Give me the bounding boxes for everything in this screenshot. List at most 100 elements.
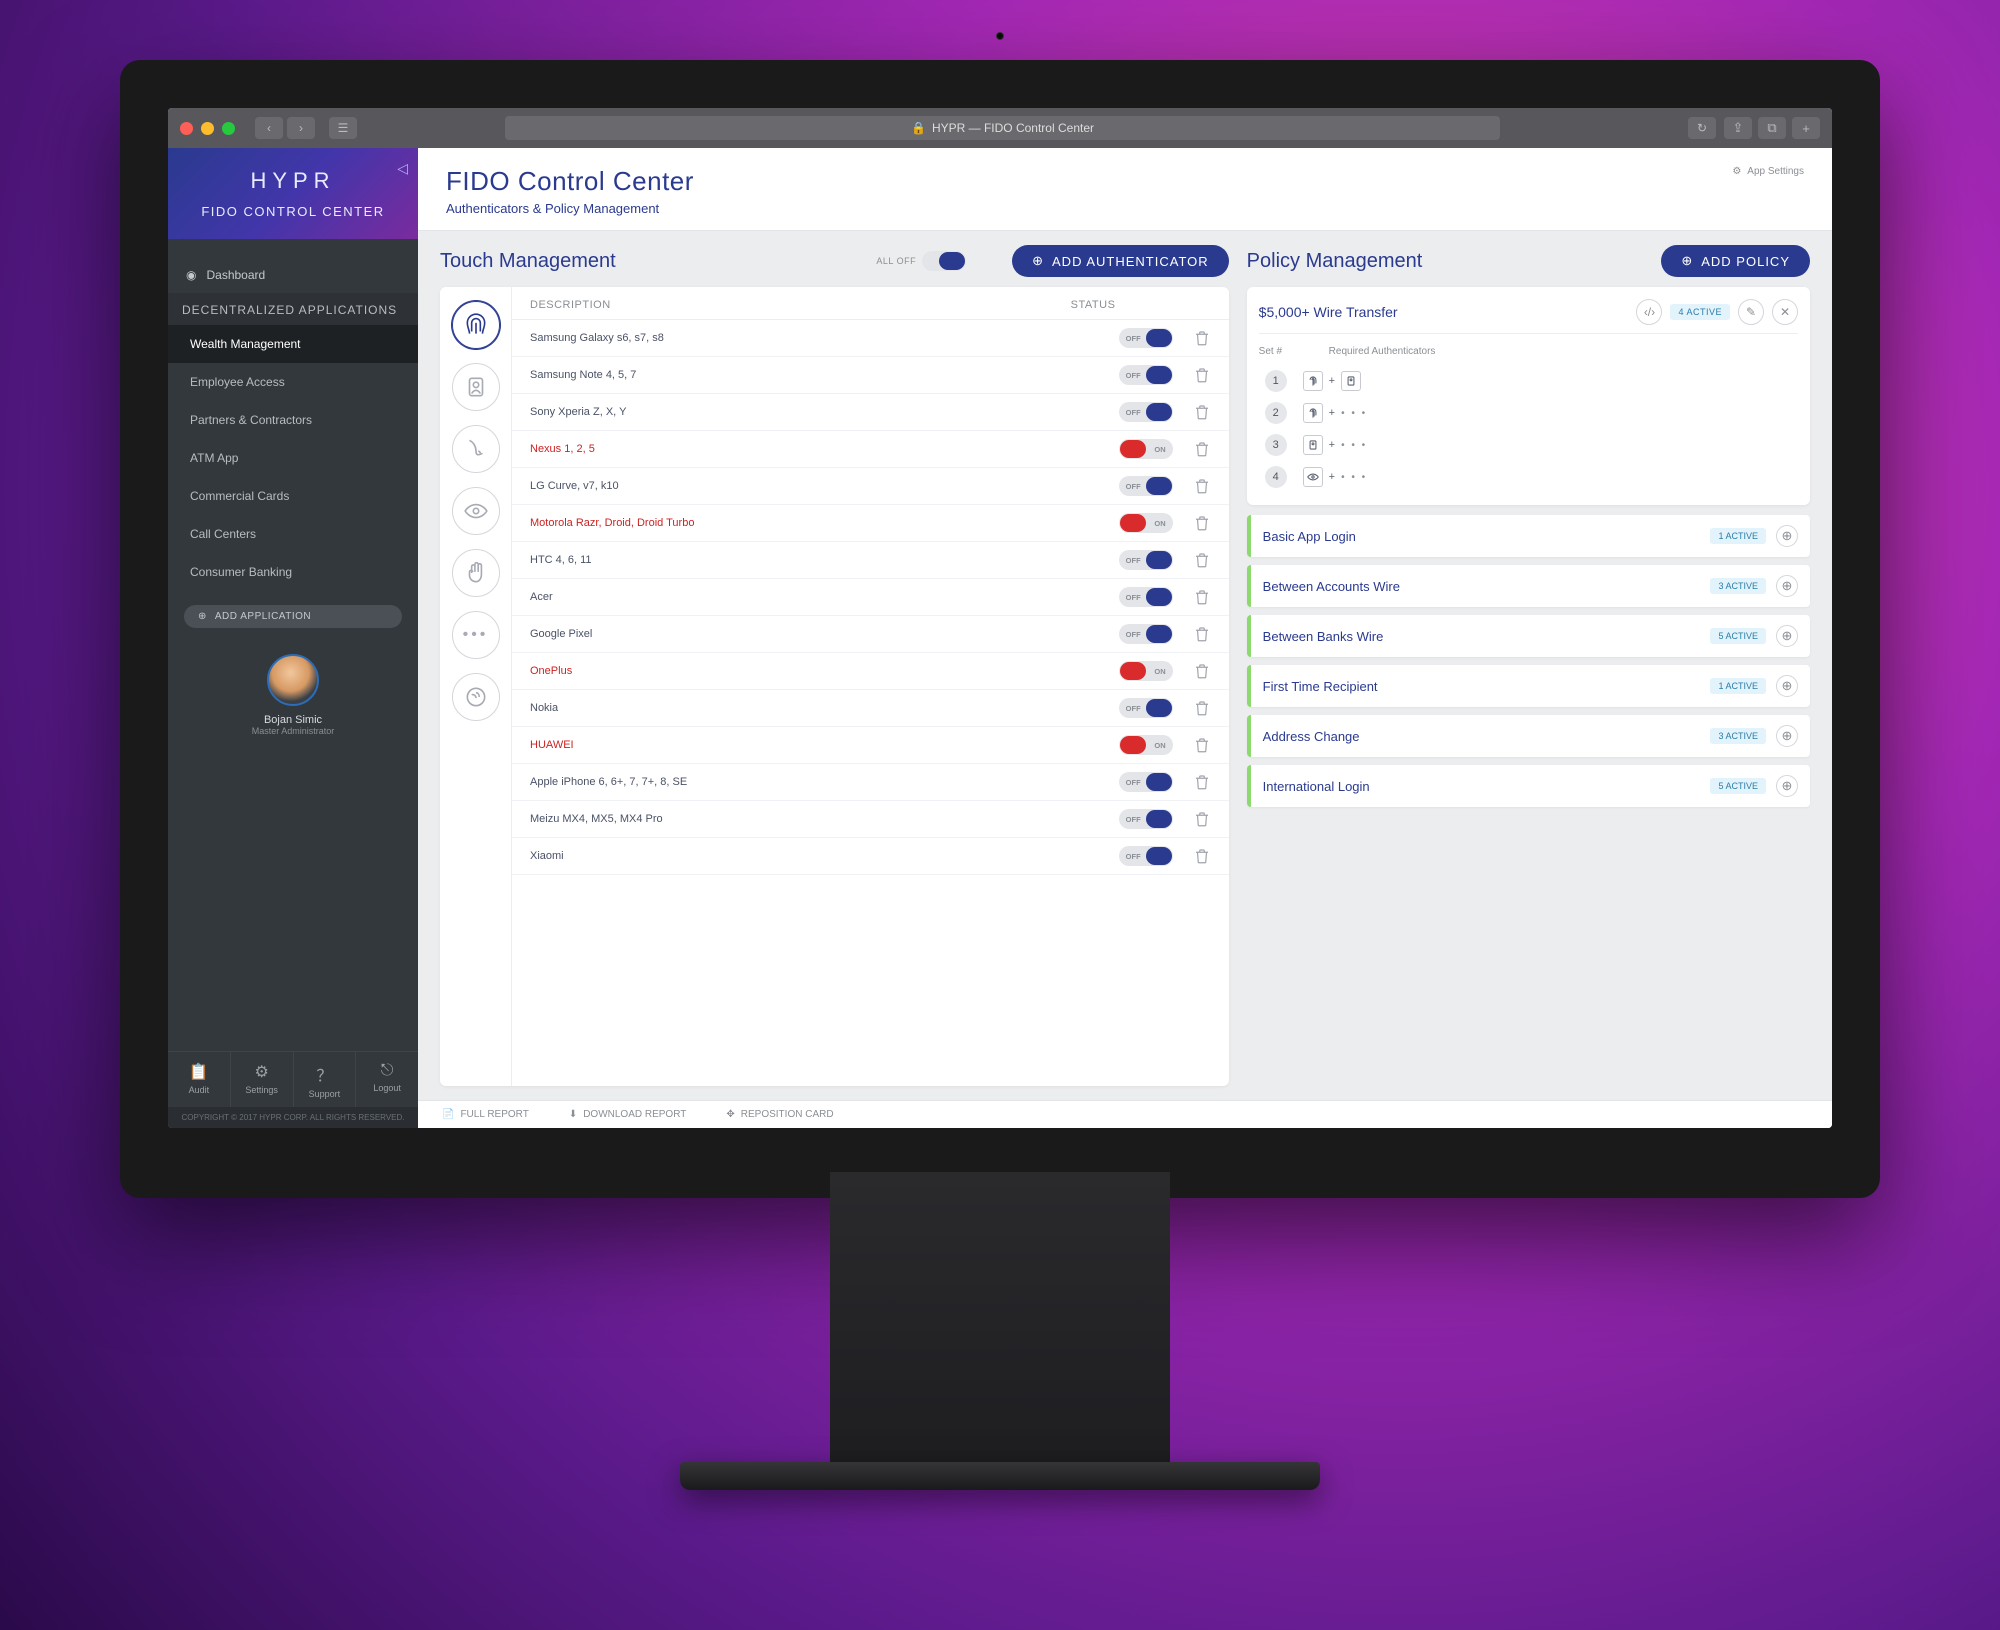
sidebar-app-item[interactable]: Consumer Banking bbox=[168, 553, 418, 591]
trash-icon[interactable] bbox=[1193, 366, 1211, 384]
device-toggle[interactable]: ON bbox=[1119, 735, 1173, 755]
camera-dot bbox=[996, 32, 1004, 40]
close-icon[interactable]: ✕ bbox=[1772, 299, 1798, 325]
set-number: 2 bbox=[1265, 402, 1287, 424]
trash-icon[interactable] bbox=[1193, 736, 1211, 754]
trash-icon[interactable] bbox=[1193, 699, 1211, 717]
device-row: Apple iPhone 6, 6+, 7, 7+, 8, SEOFF bbox=[512, 764, 1229, 801]
device-toggle[interactable]: OFF bbox=[1119, 772, 1173, 792]
logout-button[interactable]: ⎋Logout bbox=[356, 1052, 418, 1107]
policy-list-item[interactable]: Basic App Login1 ACTIVE⊕ bbox=[1247, 515, 1810, 557]
browser-titlebar: ‹ › ☰ 🔒 HYPR — FIDO Control Center ↻ ⇪ ⧉… bbox=[168, 108, 1832, 148]
minimize-window-icon[interactable] bbox=[201, 122, 214, 135]
trash-icon[interactable] bbox=[1193, 773, 1211, 791]
close-window-icon[interactable] bbox=[180, 122, 193, 135]
sidebar-app-item[interactable]: Call Centers bbox=[168, 515, 418, 553]
add-policy-button[interactable]: ⊕ ADD POLICY bbox=[1661, 245, 1810, 277]
device-row: Samsung Galaxy s6, s7, s8OFF bbox=[512, 320, 1229, 357]
device-toggle[interactable]: ON bbox=[1119, 661, 1173, 681]
sidebar-toggle-icon[interactable]: ☰ bbox=[329, 117, 357, 139]
trash-icon[interactable] bbox=[1193, 514, 1211, 532]
device-toggle[interactable]: OFF bbox=[1119, 698, 1173, 718]
trash-icon[interactable] bbox=[1193, 662, 1211, 680]
sidebar-app-item[interactable]: ATM App bbox=[168, 439, 418, 477]
device-row: Nexus 1, 2, 5ON bbox=[512, 431, 1229, 468]
device-toggle[interactable]: ON bbox=[1119, 513, 1173, 533]
all-off-toggle[interactable] bbox=[922, 251, 966, 271]
auth-column-header: Required Authenticators bbox=[1329, 346, 1436, 357]
eye-icon[interactable] bbox=[452, 487, 500, 535]
sidebar-header: ◁ HYPR FIDO CONTROL CENTER bbox=[168, 148, 418, 239]
audit-icon: 📋 bbox=[172, 1062, 226, 1082]
policy-list-item[interactable]: Between Accounts Wire3 ACTIVE⊕ bbox=[1247, 565, 1810, 607]
device-toggle[interactable]: OFF bbox=[1119, 476, 1173, 496]
sidebar-app-item[interactable]: Partners & Contractors bbox=[168, 401, 418, 439]
forward-button[interactable]: › bbox=[287, 117, 315, 139]
expand-icon[interactable]: ⊕ bbox=[1776, 625, 1798, 647]
device-row: AcerOFF bbox=[512, 579, 1229, 616]
reposition-card-button[interactable]: ✥REPOSITION CARD bbox=[726, 1109, 833, 1120]
trash-icon[interactable] bbox=[1193, 625, 1211, 643]
app-settings-button[interactable]: ⚙ App Settings bbox=[1732, 166, 1804, 177]
policy-list-item[interactable]: Address Change3 ACTIVE⊕ bbox=[1247, 715, 1810, 757]
device-toggle[interactable]: OFF bbox=[1119, 809, 1173, 829]
brain-icon[interactable] bbox=[452, 673, 500, 721]
device-toggle[interactable]: OFF bbox=[1119, 365, 1173, 385]
face-icon[interactable] bbox=[452, 363, 500, 411]
device-toggle[interactable]: ON bbox=[1119, 439, 1173, 459]
fingerprint-icon[interactable] bbox=[452, 301, 500, 349]
device-toggle[interactable]: OFF bbox=[1119, 587, 1173, 607]
profile-name: Bojan Simic bbox=[168, 714, 418, 726]
trash-icon[interactable] bbox=[1193, 403, 1211, 421]
policy-list-item[interactable]: First Time Recipient1 ACTIVE⊕ bbox=[1247, 665, 1810, 707]
url-bar[interactable]: 🔒 HYPR — FIDO Control Center bbox=[505, 116, 1500, 140]
device-toggle[interactable]: OFF bbox=[1119, 550, 1173, 570]
expand-icon[interactable]: ⊕ bbox=[1776, 525, 1798, 547]
expand-icon[interactable]: ⊕ bbox=[1776, 675, 1798, 697]
sidebar-app-item[interactable]: Commercial Cards bbox=[168, 477, 418, 515]
expand-icon[interactable]: ⊕ bbox=[1776, 725, 1798, 747]
content-columns: Touch Management ALL OFF ⊕ ADD AUTHENTIC… bbox=[418, 231, 1832, 1100]
trash-icon[interactable] bbox=[1193, 588, 1211, 606]
sidebar-dashboard[interactable]: ◉ Dashboard bbox=[168, 257, 418, 293]
trash-icon[interactable] bbox=[1193, 329, 1211, 347]
trash-icon[interactable] bbox=[1193, 551, 1211, 569]
move-icon: ✥ bbox=[726, 1109, 734, 1120]
trash-icon[interactable] bbox=[1193, 810, 1211, 828]
trash-icon[interactable] bbox=[1193, 477, 1211, 495]
expand-icon[interactable]: ⊕ bbox=[1776, 575, 1798, 597]
edit-icon[interactable]: ✎ bbox=[1738, 299, 1764, 325]
maximize-window-icon[interactable] bbox=[222, 122, 235, 135]
palm-icon[interactable] bbox=[452, 549, 500, 597]
device-toggle[interactable]: OFF bbox=[1119, 624, 1173, 644]
download-report-button[interactable]: ⬇DOWNLOAD REPORT bbox=[569, 1109, 687, 1120]
add-application-button[interactable]: ⊕ ADD APPLICATION bbox=[184, 605, 402, 628]
trash-icon[interactable] bbox=[1193, 847, 1211, 865]
share-icon[interactable]: ⇪ bbox=[1724, 117, 1752, 139]
full-report-button[interactable]: 📄FULL REPORT bbox=[442, 1109, 529, 1120]
expand-icon[interactable]: ⊕ bbox=[1776, 775, 1798, 797]
avatar[interactable] bbox=[267, 654, 319, 706]
tabs-icon[interactable]: ⧉ bbox=[1758, 117, 1786, 139]
back-button[interactable]: ‹ bbox=[255, 117, 283, 139]
policy-list-name: International Login bbox=[1263, 779, 1711, 794]
policy-list-item[interactable]: International Login5 ACTIVE ⊕ bbox=[1247, 765, 1810, 807]
settings-button[interactable]: ⚙Settings bbox=[231, 1052, 294, 1107]
device-toggle[interactable]: OFF bbox=[1119, 328, 1173, 348]
more-icon[interactable]: ••• bbox=[452, 611, 500, 659]
reload-button[interactable]: ↻ bbox=[1688, 117, 1716, 139]
trash-icon[interactable] bbox=[1193, 440, 1211, 458]
device-toggle[interactable]: OFF bbox=[1119, 402, 1173, 422]
device-toggle[interactable]: OFF bbox=[1119, 846, 1173, 866]
code-icon[interactable]: ‹/› bbox=[1636, 299, 1662, 325]
add-authenticator-button[interactable]: ⊕ ADD AUTHENTICATOR bbox=[1012, 245, 1229, 277]
new-tab-icon[interactable]: + bbox=[1792, 117, 1820, 139]
policy-list-badge: 5 ACTIVE bbox=[1710, 778, 1766, 794]
collapse-sidebar-icon[interactable]: ◁ bbox=[397, 160, 408, 177]
voice-icon[interactable] bbox=[452, 425, 500, 473]
support-button[interactable]: ？Support bbox=[294, 1052, 357, 1107]
audit-button[interactable]: 📋Audit bbox=[168, 1052, 231, 1107]
sidebar-app-item[interactable]: Employee Access bbox=[168, 363, 418, 401]
sidebar-app-item[interactable]: Wealth Management bbox=[168, 325, 418, 363]
policy-list-item[interactable]: Between Banks Wire5 ACTIVE⊕ bbox=[1247, 615, 1810, 657]
